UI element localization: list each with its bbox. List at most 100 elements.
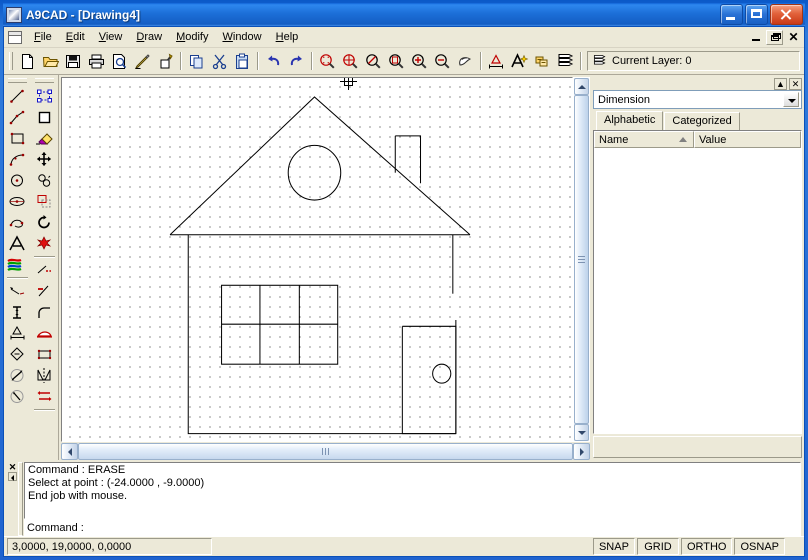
explode-tool-icon[interactable] bbox=[33, 233, 56, 254]
column-header-name[interactable]: Name bbox=[594, 131, 694, 148]
command-dock-grip[interactable] bbox=[18, 462, 23, 536]
paste-clipboard-icon[interactable] bbox=[231, 50, 254, 72]
properties-grid-body[interactable] bbox=[594, 148, 801, 433]
mdi-close-button[interactable]: ✕ bbox=[785, 30, 802, 45]
circle-tool-icon[interactable] bbox=[6, 170, 29, 191]
pen-icon[interactable] bbox=[131, 50, 154, 72]
tab-categorized[interactable]: Categorized bbox=[664, 112, 739, 130]
extend-tool-icon[interactable] bbox=[33, 281, 56, 302]
line-tool-icon[interactable] bbox=[6, 86, 29, 107]
text-style-icon[interactable] bbox=[508, 50, 531, 72]
menu-help[interactable]: Help bbox=[269, 29, 306, 45]
eraser-tool-icon[interactable] bbox=[33, 128, 56, 149]
chevron-down-icon[interactable] bbox=[783, 92, 799, 107]
select-tool-icon[interactable] bbox=[33, 86, 56, 107]
zoom-in-icon[interactable] bbox=[408, 50, 431, 72]
vertical-scroll-thumb[interactable] bbox=[574, 95, 589, 424]
menu-file[interactable]: FFileile bbox=[27, 29, 59, 45]
layers-icon[interactable] bbox=[554, 50, 577, 72]
menu-modify[interactable]: Modify bbox=[169, 29, 215, 45]
menu-window[interactable]: Window bbox=[215, 29, 268, 45]
menu-draw[interactable]: Draw bbox=[129, 29, 169, 45]
palette-grip[interactable] bbox=[8, 78, 27, 83]
zoom-window-icon[interactable] bbox=[316, 50, 339, 72]
zoom-out-icon[interactable] bbox=[431, 50, 454, 72]
angular-dimension-icon[interactable] bbox=[6, 344, 29, 365]
horizontal-scrollbar[interactable] bbox=[61, 443, 590, 460]
brush-icon[interactable] bbox=[154, 50, 177, 72]
object-type-combobox[interactable]: Dimension bbox=[593, 90, 802, 109]
maximize-button[interactable] bbox=[745, 4, 768, 25]
properties-close-button[interactable]: ✕ bbox=[789, 78, 802, 90]
open-folder-icon[interactable] bbox=[39, 50, 62, 72]
ellipse-tool-icon[interactable] bbox=[6, 191, 29, 212]
save-disk-icon[interactable] bbox=[62, 50, 85, 72]
horizontal-scroll-thumb[interactable] bbox=[78, 443, 573, 460]
array-tool-icon[interactable] bbox=[33, 191, 56, 212]
radius-dimension-icon[interactable] bbox=[6, 386, 29, 407]
copy-icon[interactable] bbox=[185, 50, 208, 72]
chamfer-tool-icon[interactable] bbox=[33, 323, 56, 344]
redo-arrow-icon[interactable] bbox=[285, 50, 308, 72]
diameter-dimension-icon[interactable] bbox=[6, 365, 29, 386]
command-history[interactable]: Command : ERASE Select at point : (-24.0… bbox=[24, 462, 801, 519]
mdi-restore-button[interactable] bbox=[766, 30, 783, 45]
status-toggle-osnap[interactable]: OSNAP bbox=[734, 538, 785, 555]
current-layer-display[interactable]: Current Layer: 0 bbox=[587, 51, 800, 71]
toolbar-grip[interactable] bbox=[9, 52, 13, 70]
print-preview-icon[interactable] bbox=[108, 50, 131, 72]
rotate-tool-icon[interactable] bbox=[33, 212, 56, 233]
scroll-left-arrow-icon[interactable] bbox=[61, 443, 78, 460]
cut-scissors-icon[interactable] bbox=[208, 50, 231, 72]
text-tool-icon[interactable] bbox=[6, 233, 29, 254]
trim-tool-icon[interactable] bbox=[33, 260, 56, 281]
palette-grip[interactable] bbox=[35, 78, 54, 83]
rectangle-tool-icon[interactable] bbox=[6, 128, 29, 149]
vertical-dimension-icon[interactable] bbox=[6, 302, 29, 323]
properties-collapse-button[interactable]: ▲ bbox=[774, 78, 787, 90]
document-icon[interactable] bbox=[8, 31, 22, 44]
arc-tool-icon[interactable] bbox=[6, 149, 29, 170]
menu-view[interactable]: View bbox=[92, 29, 130, 45]
mirror-tool-icon[interactable] bbox=[33, 365, 56, 386]
aligned-dimension-icon[interactable] bbox=[6, 323, 29, 344]
copy-object-icon[interactable] bbox=[33, 170, 56, 191]
move-tool-icon[interactable] bbox=[33, 149, 56, 170]
color-palette-icon[interactable] bbox=[6, 254, 29, 275]
scroll-right-arrow-icon[interactable] bbox=[573, 443, 590, 460]
close-button[interactable] bbox=[770, 4, 803, 25]
zoom-extents-icon[interactable] bbox=[385, 50, 408, 72]
spline-tool-icon[interactable] bbox=[6, 212, 29, 233]
vertical-scrollbar[interactable] bbox=[573, 77, 590, 442]
scroll-up-arrow-icon[interactable] bbox=[574, 78, 589, 95]
properties-grid[interactable]: Name Value bbox=[593, 130, 802, 434]
column-header-value[interactable]: Value bbox=[694, 131, 801, 148]
properties-icon[interactable] bbox=[531, 50, 554, 72]
polyline-tool-icon[interactable] bbox=[6, 107, 29, 128]
mdi-minimize-button[interactable] bbox=[747, 30, 764, 45]
undo-arrow-icon[interactable] bbox=[262, 50, 285, 72]
vertical-scroll-track[interactable] bbox=[574, 95, 589, 424]
minimize-button[interactable] bbox=[720, 4, 743, 25]
scale-tool-icon[interactable] bbox=[33, 386, 56, 407]
dimension-style-icon[interactable] bbox=[485, 50, 508, 72]
status-toggle-grid[interactable]: GRID bbox=[637, 538, 679, 555]
horizontal-scroll-track[interactable] bbox=[78, 443, 573, 460]
solid-rectangle-icon[interactable] bbox=[33, 107, 56, 128]
menu-edit[interactable]: Edit bbox=[59, 29, 92, 45]
zoom-previous-icon[interactable] bbox=[362, 50, 385, 72]
tab-alphabetic[interactable]: Alphabetic bbox=[596, 111, 663, 130]
pan-hand-icon[interactable] bbox=[454, 50, 477, 72]
leader-dimension-icon[interactable] bbox=[6, 281, 29, 302]
status-toggle-snap[interactable]: SNAP bbox=[593, 538, 635, 555]
status-toggle-ortho[interactable]: ORTHO bbox=[681, 538, 733, 555]
zoom-all-icon[interactable] bbox=[339, 50, 362, 72]
scroll-down-arrow-icon[interactable] bbox=[574, 424, 589, 441]
new-file-icon[interactable] bbox=[16, 50, 39, 72]
drawing-canvas[interactable] bbox=[61, 77, 573, 442]
fillet-tool-icon[interactable] bbox=[33, 302, 56, 323]
command-input[interactable]: Command : bbox=[24, 519, 801, 536]
offset-tool-icon[interactable] bbox=[33, 344, 56, 365]
command-close-button[interactable]: ✕ bbox=[9, 463, 17, 471]
collapse-arrow-icon[interactable] bbox=[8, 472, 17, 481]
